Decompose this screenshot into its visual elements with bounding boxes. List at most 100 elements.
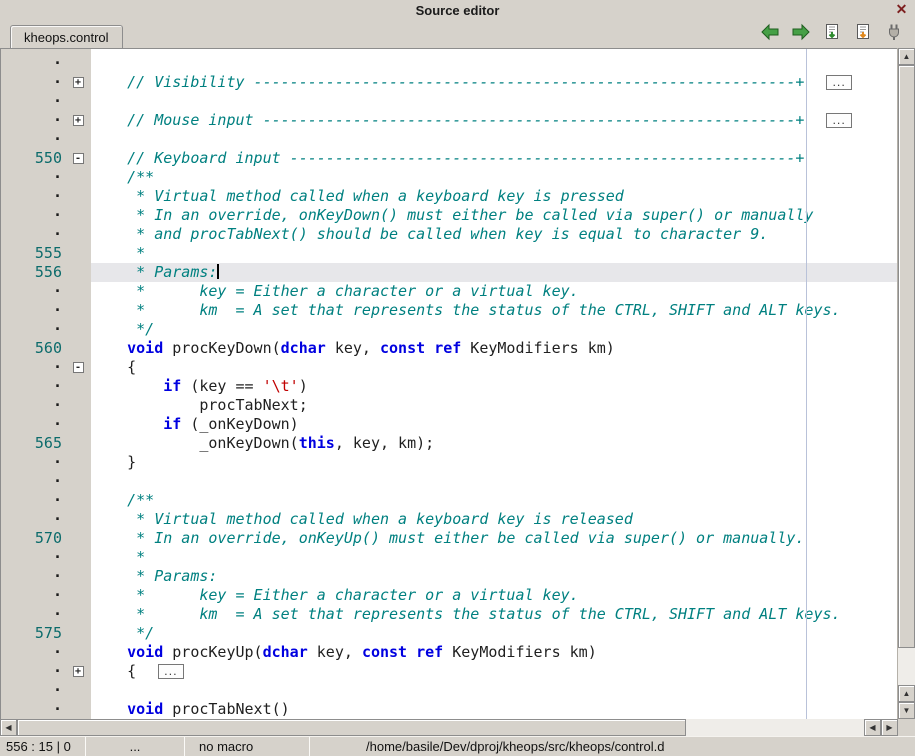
code-row: · * Virtual method called when a keyboar…	[1, 187, 897, 206]
source-editor-window: Source editor ✕ kheops.control	[0, 0, 915, 756]
horizontal-scrollbar-track[interactable]	[17, 719, 864, 736]
code-line-text[interactable]	[91, 472, 897, 491]
fold-gutter-cell: +	[65, 662, 91, 681]
code-row: · if (_onKeyDown)	[1, 415, 897, 434]
scroll-down-icon[interactable]: ▼	[898, 702, 915, 719]
vertical-scrollbar-thumb[interactable]	[898, 65, 915, 648]
code-line-text[interactable]: void procKeyUp(dchar key, const ref KeyM…	[91, 643, 897, 662]
code-line-text[interactable]: procTabNext;	[91, 396, 897, 415]
document-save-as-button[interactable]	[852, 23, 874, 43]
code-line-text[interactable]: *	[91, 548, 897, 567]
document-save-button[interactable]	[821, 23, 843, 43]
code-line-text[interactable]	[91, 92, 897, 111]
fold-expanded-icon[interactable]: -	[73, 153, 84, 164]
code-row: ·	[1, 130, 897, 149]
code-line-text[interactable]: if (_onKeyDown)	[91, 415, 897, 434]
code-lines: · · + // Visibility ----------------------…	[1, 54, 897, 719]
code-line-text[interactable]: */	[91, 624, 897, 643]
fold-gutter-cell	[65, 168, 91, 187]
code-line-text[interactable]: * and procTabNext() should be called whe…	[91, 225, 897, 244]
code-row: · * key = Either a character or a virtua…	[1, 282, 897, 301]
fold-gutter-cell	[65, 681, 91, 700]
fold-collapsed-icon[interactable]: +	[73, 115, 84, 126]
code-line-text[interactable]: *	[91, 244, 897, 263]
fold-expanded-icon[interactable]: -	[73, 362, 84, 373]
line-number: 575	[1, 624, 65, 643]
code-line-text[interactable]	[91, 130, 897, 149]
tab-kheops-control[interactable]: kheops.control	[10, 25, 123, 48]
fold-collapsed-icon[interactable]: +	[73, 77, 84, 88]
horizontal-scrollbar[interactable]: ◀ ◀ ▶	[0, 719, 915, 736]
editor[interactable]: · · + // Visibility ----------------------…	[0, 48, 897, 719]
code-line-text[interactable]: * km = A set that represents the status …	[91, 301, 897, 320]
code-line-text[interactable]: */	[91, 320, 897, 339]
scroll-left-icon[interactable]: ◀	[0, 719, 17, 736]
code-line-text[interactable]: * In an override, onKeyDown() must eithe…	[91, 206, 897, 225]
code-line-text[interactable]: * key = Either a character or a virtual …	[91, 586, 897, 605]
line-dot: ·	[1, 510, 65, 529]
code-line-text[interactable]	[91, 681, 897, 700]
code-line-text[interactable]: // Keyboard input ----------------------…	[91, 149, 897, 168]
fold-gutter-cell	[65, 244, 91, 263]
code-line-text[interactable]: void procKeyDown(dchar key, const ref Ke…	[91, 339, 897, 358]
code-line-text[interactable]: * Virtual method called when a keyboard …	[91, 187, 897, 206]
code-line-text[interactable]: // Mouse input -------------------------…	[91, 111, 897, 130]
line-dot: ·	[1, 301, 65, 320]
code-line-text[interactable]: void procTabNext()	[91, 700, 897, 719]
close-icon[interactable]: ✕	[893, 1, 910, 18]
go-back-button[interactable]	[759, 23, 781, 43]
code-row: 556 * Params:	[1, 263, 897, 282]
code-line-text[interactable]: {...	[91, 662, 897, 681]
code-line-text[interactable]: * Params:	[91, 263, 897, 282]
line-dot: ·	[1, 662, 65, 681]
scroll-right-icon[interactable]: ▶	[881, 719, 898, 736]
code-line-text[interactable]: _onKeyDown(this, key, km);	[91, 434, 897, 453]
code-line-text[interactable]: * Params:	[91, 567, 897, 586]
folded-code-ellipsis[interactable]: ...	[158, 664, 184, 679]
code-line-text[interactable]: * In an override, onKeyUp() must either …	[91, 529, 897, 548]
code-row: 555 *	[1, 244, 897, 263]
scroll-up-secondary-icon[interactable]: ▲	[898, 685, 915, 702]
code-line-text[interactable]: {	[91, 358, 897, 377]
code-line-text[interactable]: /**	[91, 168, 897, 187]
line-dot: ·	[1, 472, 65, 491]
fold-gutter-cell	[65, 415, 91, 434]
code-row: 550- // Keyboard input -----------------…	[1, 149, 897, 168]
code-line-text[interactable]: if (key == '\t')	[91, 377, 897, 396]
code-row: ·	[1, 54, 897, 73]
fold-gutter-cell	[65, 453, 91, 472]
line-number: 565	[1, 434, 65, 453]
code-line-text[interactable]	[91, 54, 897, 73]
vertical-scrollbar-track[interactable]	[898, 65, 915, 685]
code-line-text[interactable]: }	[91, 453, 897, 472]
code-row: · * and procTabNext() should be called w…	[1, 225, 897, 244]
folded-code-ellipsis[interactable]: ...	[826, 75, 852, 90]
plug-button[interactable]	[883, 23, 905, 43]
editor-toolbar	[759, 23, 915, 48]
line-dot: ·	[1, 605, 65, 624]
fold-gutter-cell	[65, 510, 91, 529]
line-dot: ·	[1, 54, 65, 73]
go-forward-button[interactable]	[790, 23, 812, 43]
scroll-left-secondary-icon[interactable]: ◀	[864, 719, 881, 736]
line-number: 550	[1, 149, 65, 168]
code-line-text[interactable]: * km = A set that represents the status …	[91, 605, 897, 624]
fold-collapsed-icon[interactable]: +	[73, 666, 84, 677]
folded-code-ellipsis[interactable]: ...	[826, 113, 852, 128]
fold-gutter-cell	[65, 130, 91, 149]
scroll-up-icon[interactable]: ▲	[898, 48, 915, 65]
tab-label: kheops.control	[24, 30, 109, 45]
fold-gutter-cell	[65, 491, 91, 510]
line-dot: ·	[1, 92, 65, 111]
line-dot: ·	[1, 377, 65, 396]
horizontal-scrollbar-thumb[interactable]	[17, 719, 686, 736]
line-number: 570	[1, 529, 65, 548]
code-row: · /**	[1, 491, 897, 510]
fold-gutter-cell	[65, 187, 91, 206]
vertical-scrollbar[interactable]: ▲ ▲ ▼	[897, 48, 915, 719]
code-line-text[interactable]: // Visibility --------------------------…	[91, 73, 897, 92]
code-line-text[interactable]: * Virtual method called when a keyboard …	[91, 510, 897, 529]
fold-gutter-cell	[65, 586, 91, 605]
code-line-text[interactable]: * key = Either a character or a virtual …	[91, 282, 897, 301]
code-line-text[interactable]: /**	[91, 491, 897, 510]
